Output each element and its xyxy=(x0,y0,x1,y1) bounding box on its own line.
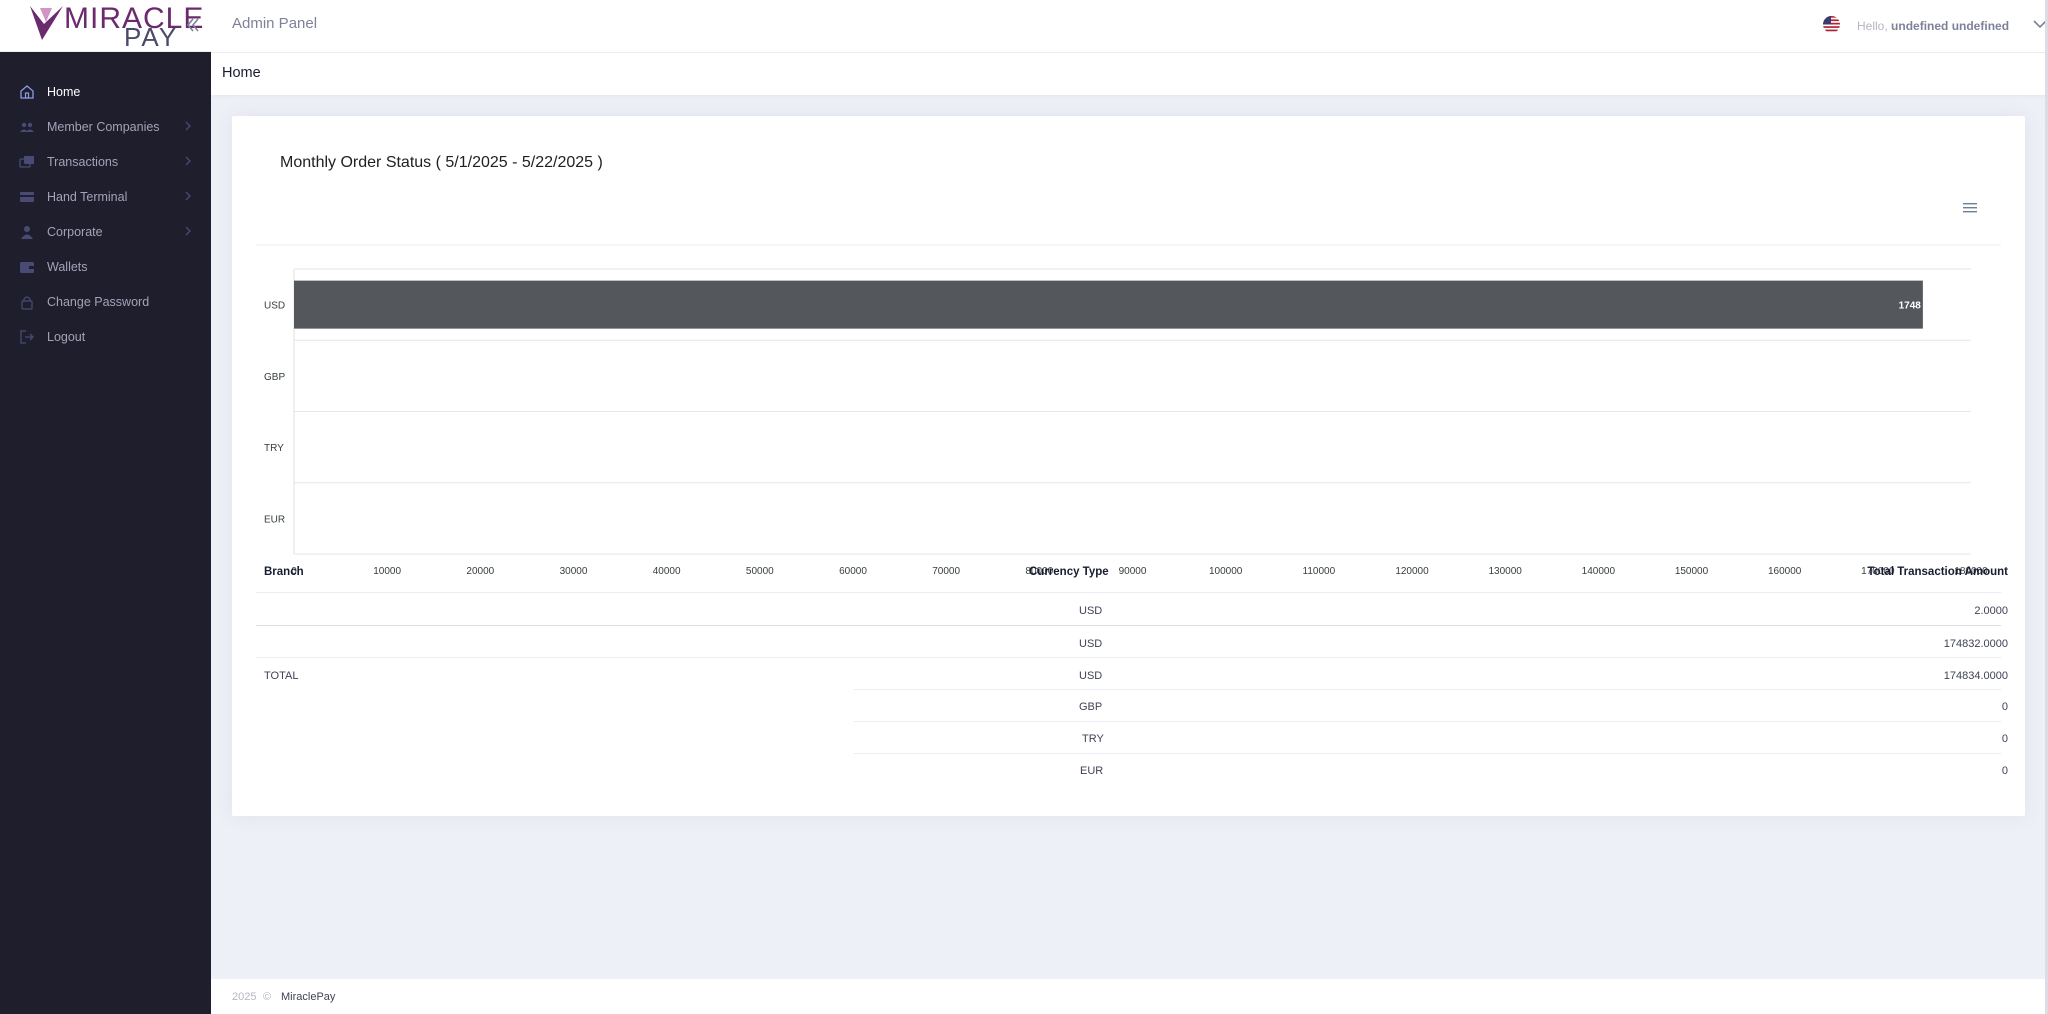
logo-text-line2: PAY xyxy=(124,22,179,52)
currency-cell: TRY xyxy=(1082,733,1104,745)
amount-cell: 0 xyxy=(2001,701,2008,713)
y-tick-label: USD xyxy=(264,301,285,312)
sidebar-item-label: Hand Terminal xyxy=(47,189,128,204)
amount-cell: 0 xyxy=(2001,765,2008,777)
sidebar-item-label: Transactions xyxy=(47,154,119,169)
y-tick-label: TRY xyxy=(264,443,284,454)
bar xyxy=(294,280,1923,329)
sidebar-item-label: Home xyxy=(47,84,81,99)
divider xyxy=(256,625,2001,626)
order-status-card: Monthly Order Status ( 5/1/2025 - 5/22/2… xyxy=(232,116,2025,816)
cards-icon xyxy=(19,154,35,170)
card-title: Monthly Order Status ( 5/1/2025 - 5/22/2… xyxy=(280,154,603,171)
data-label: 1748 xyxy=(1899,301,1922,312)
sidebar-item-label: Corporate xyxy=(47,224,103,239)
sidebar-item-member-companies[interactable]: Member Companies xyxy=(0,109,211,144)
header-title: Admin Panel xyxy=(232,15,318,32)
x-tick-label: 130000 xyxy=(1488,566,1522,577)
top-header: Admin Panel Hello, undefined undefined xyxy=(211,0,2048,53)
logo-icon xyxy=(30,6,63,40)
x-tick-label: 90000 xyxy=(1119,566,1147,577)
x-tick-label: 50000 xyxy=(746,566,774,577)
x-tick-label: 120000 xyxy=(1395,566,1429,577)
total-row: TOTAL USD 174834.0000 xyxy=(256,659,2008,691)
x-tick-label: 30000 xyxy=(560,566,588,577)
collapse-sidebar-icon[interactable] xyxy=(184,14,202,36)
x-tick-label: 10000 xyxy=(373,566,401,577)
table-row: USD 2.0000 xyxy=(256,594,2008,626)
greeting-prefix: Hello, xyxy=(1857,19,1888,33)
currency-cell: USD xyxy=(1079,670,1103,682)
x-tick-label: 60000 xyxy=(839,566,867,577)
sidebar-item-label: Logout xyxy=(47,329,86,344)
sidebar-item-hand-terminal[interactable]: Hand Terminal xyxy=(0,179,211,214)
x-tick-label: 100000 xyxy=(1209,566,1243,577)
us-flag-icon[interactable] xyxy=(1823,16,1840,33)
x-tick-label: 20000 xyxy=(466,566,494,577)
currency-cell: USD xyxy=(1079,605,1103,617)
amount-cell: 174832.0000 xyxy=(1943,638,2008,650)
home-icon xyxy=(19,84,35,100)
user-name: undefined undefined xyxy=(1891,19,2010,33)
footer-brand-link[interactable]: MiraclePay xyxy=(281,991,335,1003)
currency-cell: EUR xyxy=(1080,765,1104,777)
x-tick-label: 70000 xyxy=(932,566,960,577)
sidebar-item-label: Change Password xyxy=(47,294,150,309)
copyright-symbol: © xyxy=(263,991,272,1003)
footer: 2025 © MiraclePay xyxy=(211,979,2048,1014)
x-tick-label: 40000 xyxy=(653,566,681,577)
header-branch: Branch xyxy=(264,566,304,578)
user-icon xyxy=(19,224,35,240)
currency-cell: GBP xyxy=(1079,701,1103,713)
sidebar-nav: Home Member Companies Transactions Hand … xyxy=(0,74,211,354)
table-row: USD 174832.0000 xyxy=(256,627,2008,659)
chevron-right-icon xyxy=(185,191,191,201)
total-row: EUR 0 xyxy=(256,754,2008,786)
divider xyxy=(256,592,2001,593)
y-tick-label: EUR xyxy=(264,514,285,525)
wallet-icon xyxy=(19,259,35,275)
x-tick-label: 110000 xyxy=(1303,566,1336,577)
sidebar-item-home[interactable]: Home xyxy=(0,74,211,109)
x-tick-label: 150000 xyxy=(1675,566,1709,577)
user-greeting[interactable]: Hello, undefined undefined xyxy=(1857,19,2009,33)
bar-chart: USD 1748GBPTRYEUR0 10000 20000 30000 40000 500… xyxy=(256,244,2001,577)
sidebar-item-corporate[interactable]: Corporate xyxy=(0,214,211,249)
sidebar-item-label: Member Companies xyxy=(47,119,160,134)
chevron-right-icon xyxy=(185,121,191,131)
users-icon xyxy=(19,119,35,135)
total-label: TOTAL xyxy=(264,670,299,682)
x-tick-label: 140000 xyxy=(1582,566,1616,577)
sidebar-item-label: Wallets xyxy=(47,259,88,274)
header-total-amount: Total Transaction Amount xyxy=(1867,566,2008,578)
sidebar-item-transactions[interactable]: Transactions xyxy=(0,144,211,179)
chevron-right-icon xyxy=(185,156,191,166)
logout-icon xyxy=(19,329,35,345)
x-tick-label: 160000 xyxy=(1768,566,1802,577)
chevron-right-icon xyxy=(185,226,191,236)
lock-icon xyxy=(19,294,35,310)
sidebar-item-logout[interactable]: Logout xyxy=(0,319,211,354)
page-title: Home xyxy=(222,65,261,81)
sidebar: MIRACLE PAY Home Member Companies Transa… xyxy=(0,0,211,1014)
amount-cell: 174834.0000 xyxy=(1943,670,2008,682)
sidebar-item-wallets[interactable]: Wallets xyxy=(0,249,211,284)
logo-bar: MIRACLE PAY xyxy=(0,0,211,52)
amount-cell: 0 xyxy=(2001,733,2008,745)
currency-cell: USD xyxy=(1079,638,1103,650)
terminal-icon xyxy=(19,189,35,205)
total-row: TRY 0 xyxy=(256,722,2008,754)
sidebar-item-change-password[interactable]: Change Password xyxy=(0,284,211,319)
footer-year: 2025 xyxy=(232,991,257,1003)
total-row: GBP 0 xyxy=(256,690,2008,722)
subheader: Home xyxy=(211,53,2048,95)
header-currency-type: Currency Type xyxy=(1029,566,1109,578)
divider xyxy=(256,657,2001,658)
amount-cell: 2.0000 xyxy=(1974,605,2008,617)
y-tick-label: GBP xyxy=(264,372,285,383)
